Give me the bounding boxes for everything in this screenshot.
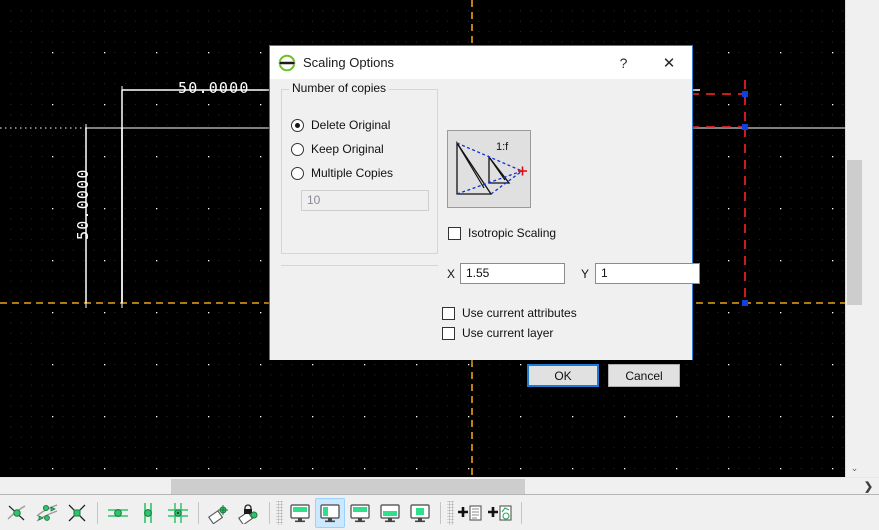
radio-delete-original-indicator[interactable] [291,118,304,132]
toolbar-grip[interactable] [447,500,454,525]
x-factor-label: X [447,267,456,281]
toolbar-separator [269,501,270,524]
scaling-preview-graphic: 1:f [456,140,527,195]
scroll-down-icon[interactable]: ⌄ [846,460,862,477]
add-block-icon[interactable] [456,498,486,528]
view-screen-half-icon[interactable] [405,498,435,528]
horizontal-scrollbar-thumb[interactable] [171,479,525,494]
snap-entity-icon[interactable] [32,498,62,528]
group-title: Number of copies [289,81,390,95]
radio-keep-original[interactable]: Keep Original [291,140,384,158]
x-factor-input[interactable]: 1.55 [460,263,565,284]
close-button[interactable]: ✕ [646,46,692,79]
scaling-preview: 1:f [447,130,531,208]
radio-keep-original-indicator[interactable] [291,142,304,156]
dialog-titlebar[interactable]: Scaling Options ? ✕ [270,46,692,79]
snap-on-line-icon[interactable] [103,498,133,528]
radio-delete-original-label: Delete Original [311,118,391,132]
scaling-options-dialog: Scaling Options ? ✕ Number of copies Del… [269,45,700,387]
snap-toolbar [0,494,879,530]
copies-count-input[interactable]: 10 [301,190,429,211]
radio-multiple-copies[interactable]: Multiple Copies [291,164,393,182]
toolbar-separator [440,501,441,524]
number-of-copies-group: Number of copies Delete Original Keep Or… [281,81,438,254]
dialog-body: Number of copies Delete Original Keep Or… [270,79,700,387]
toolbar-separator [521,501,522,524]
scale-circle-icon [278,54,296,71]
preview-ratio-label: 1:f [496,141,509,153]
use-current-attributes-checkbox[interactable]: Use current attributes [442,305,577,321]
radio-keep-original-label: Keep Original [311,142,384,156]
view-screen-top-icon[interactable] [285,498,315,528]
snap-center-icon[interactable] [163,498,193,528]
vertical-scrollbar-thumb[interactable] [847,160,862,305]
group-divider [281,265,438,266]
scroll-right-icon[interactable]: ❯ [860,478,877,495]
toolbar-grip[interactable] [276,500,283,525]
snap-midpoint-icon[interactable] [133,498,163,528]
isotropic-scaling-label: Isotropic Scaling [468,226,557,240]
dialog-title: Scaling Options [303,55,395,70]
ok-button[interactable]: OK [527,364,599,387]
help-button[interactable]: ? [601,46,646,79]
view-screen-wide-icon[interactable] [375,498,405,528]
toolbar-separator [97,501,98,524]
restrict-lock-icon[interactable] [234,498,264,528]
y-factor-label: Y [581,267,590,281]
isotropic-scaling-box[interactable] [448,226,461,240]
toolbar-separator [198,501,199,524]
use-current-layer-label: Use current layer [462,326,554,340]
use-current-layer-box[interactable] [442,326,455,340]
svg-text:50.0000: 50.0000 [74,168,92,240]
add-layer-icon[interactable] [486,498,516,528]
vertical-scrollbar[interactable]: ⌄ [845,0,862,477]
view-screen-full-icon[interactable] [315,497,345,528]
radio-multiple-copies-indicator[interactable] [291,166,304,180]
restrict-nothing-icon[interactable] [204,498,234,528]
use-current-attributes-label: Use current attributes [462,306,577,320]
use-current-attributes-box[interactable] [442,306,455,320]
isotropic-scaling-checkbox[interactable]: Isotropic Scaling [448,225,556,241]
snap-intersection-icon[interactable] [62,498,92,528]
snap-free-icon[interactable] [2,498,32,528]
y-factor-input[interactable]: 1 [595,263,700,284]
cancel-button[interactable]: Cancel [608,364,680,387]
view-screen-split-icon[interactable] [345,498,375,528]
application-window: 50.0000 50.0000 ⌄ ❯ Scaling Options ? ✕ [0,0,879,530]
radio-delete-original[interactable]: Delete Original [291,116,390,134]
radio-multiple-copies-label: Multiple Copies [311,166,394,180]
svg-text:50.0000: 50.0000 [178,79,250,97]
horizontal-scrollbar[interactable]: ❯ [0,477,879,494]
use-current-layer-checkbox[interactable]: Use current layer [442,325,553,341]
